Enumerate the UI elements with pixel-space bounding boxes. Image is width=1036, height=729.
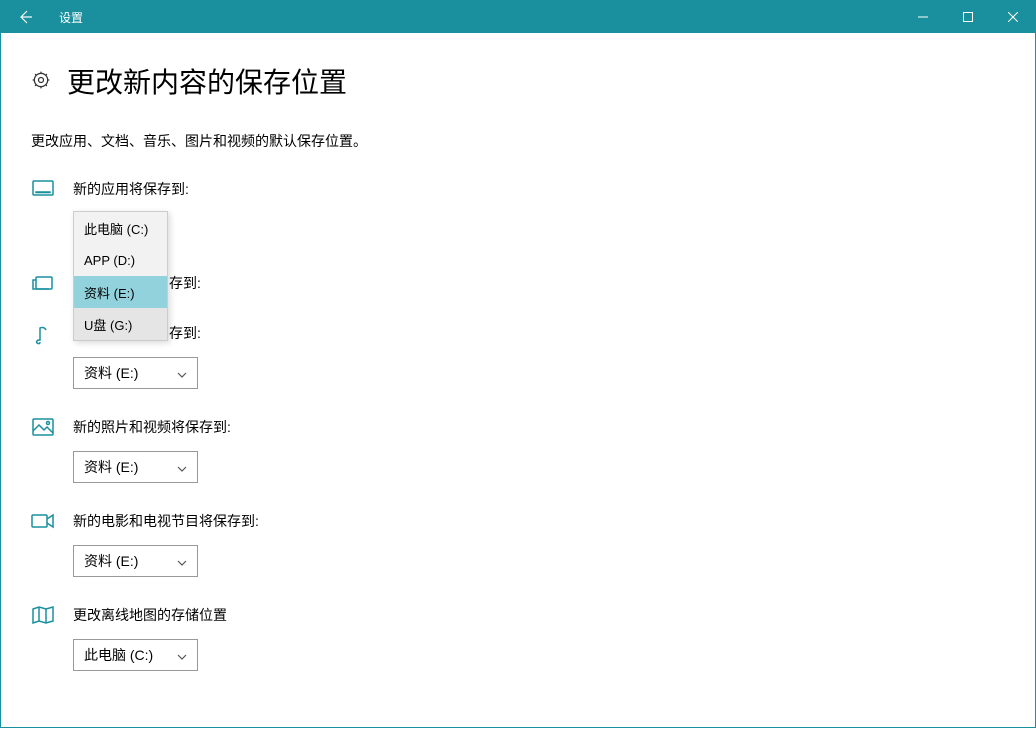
arrow-left-icon xyxy=(17,9,33,25)
setting-photos: 新的照片和视频将保存到: 资料 (E:) xyxy=(31,417,1005,483)
photos-icon xyxy=(31,415,55,439)
music-dropdown[interactable]: 资料 (E:) xyxy=(73,357,198,389)
titlebar: 设置 xyxy=(1,1,1035,33)
maps-dropdown-value: 此电脑 (C:) xyxy=(84,645,153,665)
dropdown-option-d[interactable]: APP (D:) xyxy=(74,244,167,276)
maps-icon xyxy=(31,603,55,627)
setting-maps: 更改离线地图的存储位置 此电脑 (C:) xyxy=(31,605,1005,671)
maximize-icon xyxy=(963,12,973,22)
page-subtitle: 更改应用、文档、音乐、图片和视频的默认保存位置。 xyxy=(31,131,1005,151)
window-title: 设置 xyxy=(49,1,83,33)
back-button[interactable] xyxy=(1,1,49,33)
minimize-icon xyxy=(918,12,928,22)
apps-icon xyxy=(31,177,55,201)
dropdown-option-g[interactable]: U盘 (G:) xyxy=(74,308,167,340)
music-icon xyxy=(31,323,55,347)
setting-apps: 新的应用将保存到: APP (D:) 此电脑 (C:) APP (D:) 资料 … xyxy=(31,179,1005,245)
setting-documents-label: 存到: xyxy=(73,273,1005,293)
music-dropdown-value: 资料 (E:) xyxy=(84,363,138,383)
gear-icon xyxy=(31,70,51,93)
page-title: 更改新内容的保存位置 xyxy=(67,61,347,101)
setting-photos-label: 新的照片和视频将保存到: xyxy=(73,417,1005,437)
dropdown-option-c[interactable]: 此电脑 (C:) xyxy=(74,212,167,244)
close-button[interactable] xyxy=(990,1,1035,33)
page-header: 更改新内容的保存位置 xyxy=(31,61,1005,101)
movies-dropdown[interactable]: 资料 (E:) xyxy=(73,545,198,577)
minimize-button[interactable] xyxy=(900,1,945,33)
dropdown-option-e[interactable]: 资料 (E:) xyxy=(74,276,167,308)
photos-dropdown-value: 资料 (E:) xyxy=(84,457,138,477)
chevron-down-icon xyxy=(177,459,187,475)
close-icon xyxy=(1008,12,1018,22)
setting-music: 存到: 资料 (E:) xyxy=(31,325,1005,389)
setting-documents: 存到: xyxy=(31,273,1005,307)
maps-dropdown[interactable]: 此电脑 (C:) xyxy=(73,639,198,671)
setting-music-label: 存到: xyxy=(73,323,1005,343)
photos-dropdown[interactable]: 资料 (E:) xyxy=(73,451,198,483)
setting-apps-label: 新的应用将保存到: xyxy=(73,179,1005,199)
setting-maps-label: 更改离线地图的存储位置 xyxy=(73,605,1005,625)
window-controls xyxy=(900,1,1035,33)
content-area: 更改新内容的保存位置 更改应用、文档、音乐、图片和视频的默认保存位置。 新的应用… xyxy=(1,33,1035,729)
movies-dropdown-value: 资料 (E:) xyxy=(84,551,138,571)
maximize-button[interactable] xyxy=(945,1,990,33)
movies-icon xyxy=(31,509,55,533)
setting-movies: 新的电影和电视节目将保存到: 资料 (E:) xyxy=(31,511,1005,577)
chevron-down-icon xyxy=(177,553,187,569)
documents-icon xyxy=(31,271,55,295)
setting-movies-label: 新的电影和电视节目将保存到: xyxy=(73,511,1005,531)
chevron-down-icon xyxy=(177,365,187,381)
apps-dropdown-list: 此电脑 (C:) APP (D:) 资料 (E:) U盘 (G:) xyxy=(73,211,168,341)
chevron-down-icon xyxy=(177,647,187,663)
